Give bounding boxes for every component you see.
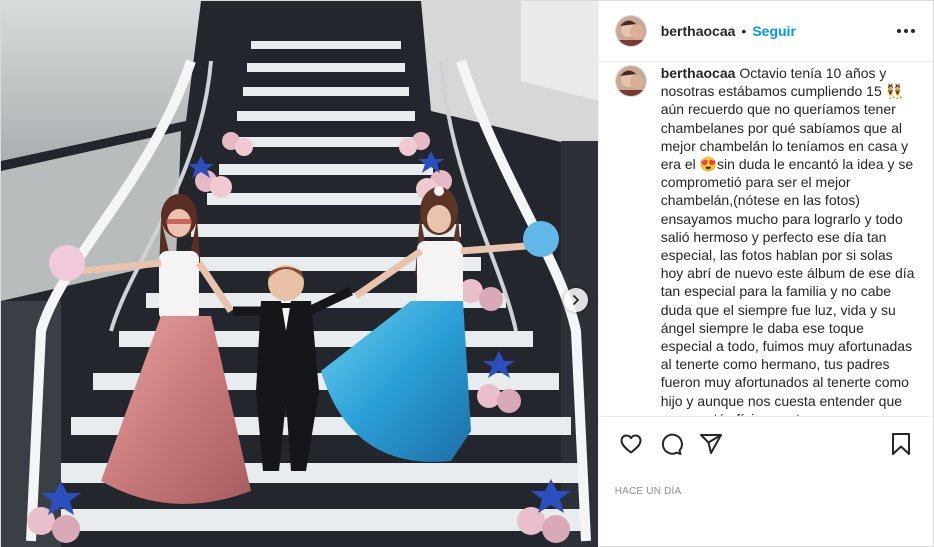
- post-timestamp[interactable]: Hace un día: [599, 471, 933, 511]
- chevron-right-icon: [573, 295, 579, 305]
- post-photo[interactable]: [1, 1, 598, 547]
- paper-plane-icon: [699, 434, 722, 454]
- bookmark-icon: [892, 433, 910, 455]
- like-button[interactable]: [611, 424, 651, 464]
- instagram-post: berthaocaa • Seguir berthaocaa Octavio t…: [0, 0, 934, 547]
- post-side-panel: berthaocaa • Seguir berthaocaa Octavio t…: [597, 1, 933, 547]
- caption-body: Octavio tenía 10 años y nosotras estábam…: [660, 65, 915, 416]
- action-bar: [598, 416, 933, 471]
- next-image-button[interactable]: [564, 288, 588, 312]
- caption: berthaocaa Octavio tenía 10 años y nosot…: [614, 62, 917, 416]
- separator-dot: •: [741, 23, 747, 39]
- heart-icon: [620, 434, 642, 454]
- avatar-image: [615, 66, 646, 96]
- photo-illustration: [1, 1, 598, 547]
- comment-button[interactable]: [651, 424, 691, 464]
- follow-button[interactable]: Seguir: [752, 23, 796, 39]
- share-button[interactable]: [691, 424, 731, 464]
- avatar-image: [615, 16, 646, 46]
- comment-icon: [661, 433, 683, 455]
- more-options-icon[interactable]: [895, 23, 917, 39]
- caption-username[interactable]: berthaocaa: [661, 65, 736, 81]
- caption-text: berthaocaa Octavio tenía 10 años y nosot…: [661, 64, 917, 416]
- post-header: berthaocaa • Seguir: [598, 1, 933, 62]
- avatar[interactable]: [614, 15, 647, 47]
- save-button[interactable]: [881, 424, 921, 464]
- caption-avatar[interactable]: [614, 65, 647, 97]
- header-username[interactable]: berthaocaa: [661, 23, 736, 39]
- comments-section[interactable]: berthaocaa Octavio tenía 10 años y nosot…: [599, 62, 933, 416]
